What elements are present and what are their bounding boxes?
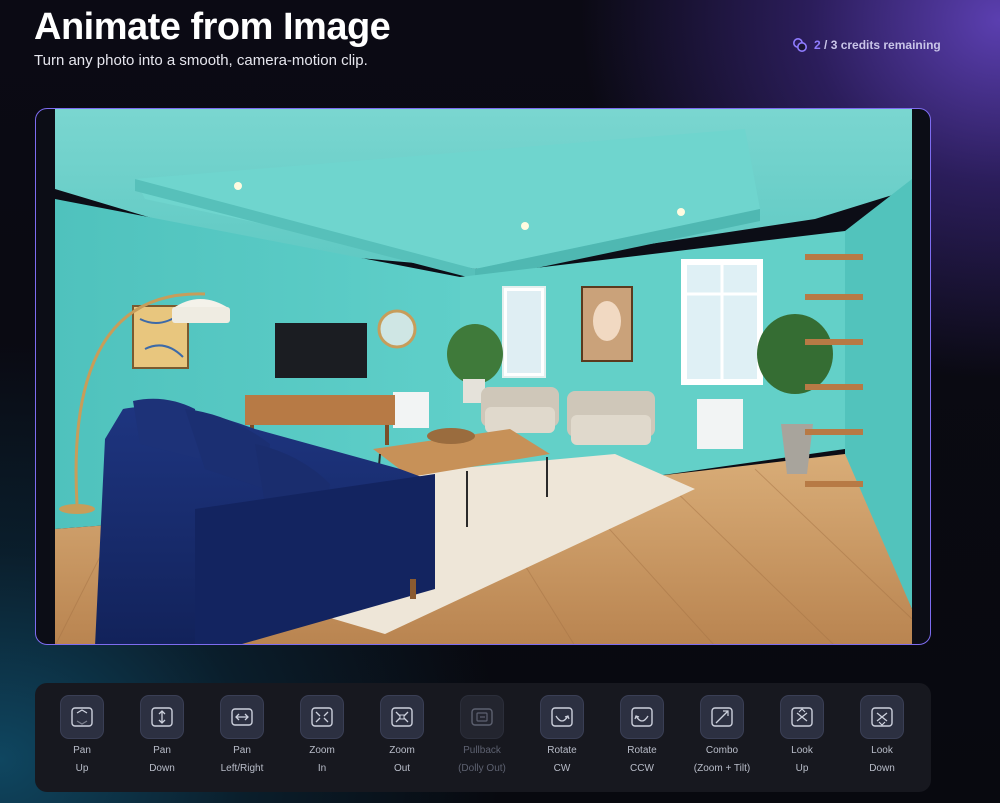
look-up-label-1: Look [791,745,813,756]
pan-down-button[interactable]: Pan Down [122,695,202,787]
rotate-cw-icon [540,695,584,739]
rotate-cw-label-1: Rotate [547,745,577,756]
zoom-in-button[interactable]: Zoom In [282,695,362,787]
pan-down-icon [140,695,184,739]
zoom-out-label-2: Out [393,763,411,774]
look-down-button[interactable]: Look Down [842,695,922,787]
credits-remaining-label: / 3 credits remaining [820,38,941,52]
page-subtitle: Turn any photo into a smooth, camera-mot… [34,52,368,69]
look-down-label-1: Look [871,745,893,756]
pullback-label-2: (Dolly Out) [458,763,506,774]
pullback-label-1: Pullback [463,745,501,756]
pan-down-label-2: Down [149,763,175,774]
look-up-button[interactable]: Look Up [762,695,842,787]
rotate-cw-label-2: CW [553,763,571,774]
pullback-button[interactable]: Pullback (Dolly Out) [442,695,522,787]
coins-icon [792,37,808,53]
rotate-cw-button[interactable]: Rotate CW [522,695,602,787]
rotate-ccw-icon [620,695,664,739]
pan-left-right-icon [220,695,264,739]
zoom-in-icon [300,695,344,739]
pan-up-button[interactable]: Pan Up [42,695,122,787]
pullback-icon [460,695,504,739]
pan-left-right-label-2: Left/Right [220,763,264,774]
combo-label-1: Combo [705,745,739,756]
rotate-ccw-label-2: CCW [630,763,654,774]
credits-counter: 2 / 3 credits remaining [792,36,941,54]
pan-up-icon [60,695,104,739]
combo-button[interactable]: Combo (Zoom + Tilt) [682,695,762,787]
zoom-out-button[interactable]: Zoom Out [362,695,442,787]
pan-up-label-2: Up [75,763,89,774]
preview-image [55,109,912,644]
zoom-out-icon [380,695,424,739]
zoom-out-label-1: Zoom [389,745,415,756]
look-up-label-2: Up [795,763,809,774]
look-down-label-2: Down [869,763,895,774]
combo-icon [700,695,744,739]
look-up-icon [780,695,824,739]
look-down-icon [860,695,904,739]
pan-left-right-button[interactable]: Pan Left/Right [202,695,282,787]
rotate-ccw-label-1: Rotate [627,745,657,756]
zoom-in-label-1: Zoom [309,745,335,756]
zoom-in-label-2: In [317,763,327,774]
credits-used: 2 [814,38,821,52]
pan-up-label-1: Pan [73,745,91,756]
pan-left-right-label-1: Pan [233,745,251,756]
image-preview-frame[interactable] [35,108,931,645]
motion-toolbar: Pan Up Pan Down Pan Left/Right Zoom In Z… [35,683,931,792]
rotate-ccw-button[interactable]: Rotate CCW [602,695,682,787]
combo-label-2: (Zoom + Tilt) [693,763,751,774]
pan-down-label-1: Pan [153,745,171,756]
page-title: Animate from Image [34,6,391,48]
